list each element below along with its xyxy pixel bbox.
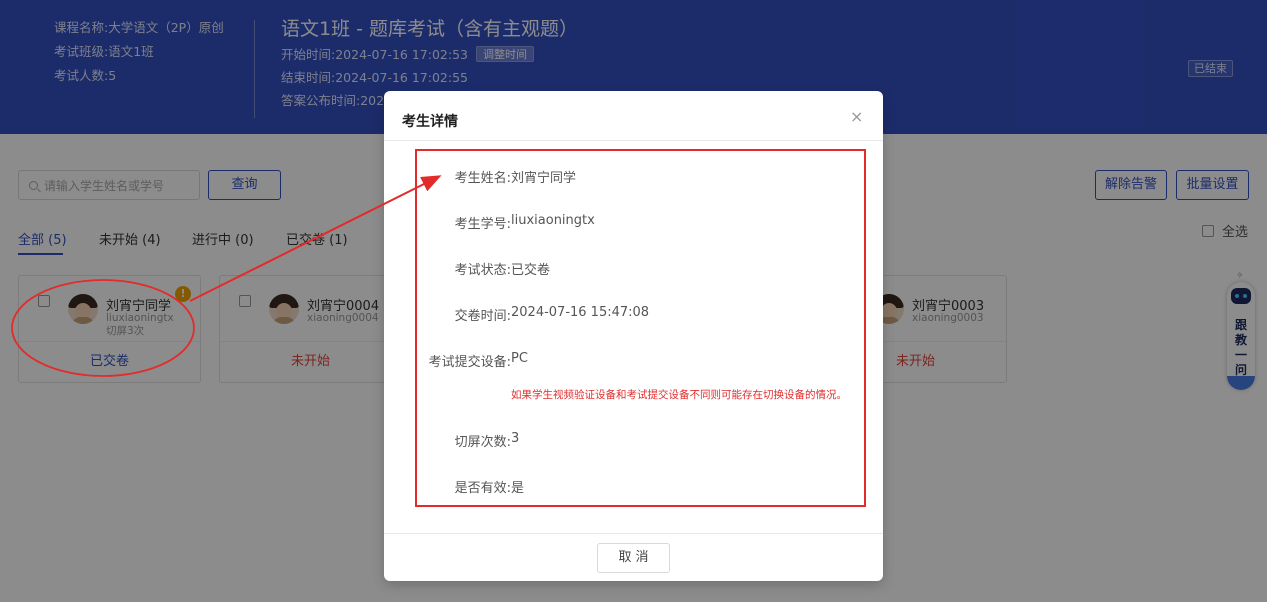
close-icon[interactable]: × (850, 107, 863, 126)
dialog-title: 考生详情 (402, 114, 458, 130)
field-label: 考生姓名: (454, 171, 511, 186)
field-value: 是 (511, 481, 525, 496)
field-label: 切屏次数: (454, 435, 511, 450)
field-value: PC (511, 351, 528, 366)
field-value: 刘宵宁同学 (511, 171, 577, 186)
field-label: 考生学号: (454, 217, 511, 232)
student-detail-dialog: 考生详情 × 考生姓名: 刘宵宁同学 考生学号: liuxiaoningtx 考… (384, 91, 883, 581)
dialog-footer-divider (384, 533, 883, 534)
field-value: 3 (511, 431, 520, 446)
field-label: 考试提交设备: (428, 355, 511, 370)
field-label: 是否有效: (454, 481, 511, 496)
field-label: 考试状态: (454, 263, 511, 278)
device-warning-note: 如果学生视频验证设备和考试提交设备不同则可能存在切换设备的情况。 (511, 389, 847, 401)
dialog-body: 考生姓名: 刘宵宁同学 考生学号: liuxiaoningtx 考试状态: 已交… (384, 141, 883, 533)
field-value: 2024-07-16 15:47:08 (511, 305, 650, 320)
cancel-button[interactable]: 取消 (597, 543, 670, 573)
field-value: liuxiaoningtx (511, 213, 595, 228)
field-label: 交卷时间: (454, 309, 511, 324)
field-value: 已交卷 (511, 263, 551, 278)
